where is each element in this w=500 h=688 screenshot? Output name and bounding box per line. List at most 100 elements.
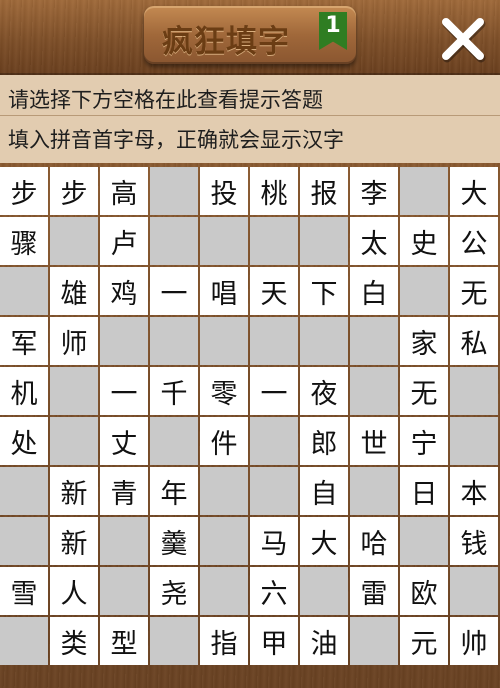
grid-cell[interactable]: 骤 (0, 217, 48, 265)
grid-cell[interactable]: 报 (300, 167, 348, 215)
grid-cell[interactable]: 大 (450, 167, 498, 215)
grid-cell[interactable]: 雷 (350, 567, 398, 615)
crossword-app: 疯狂填字 1 请选择下方空格在此查看提示答题 填入拼音首字母，正确就会显示汉字 … (0, 0, 500, 688)
blocked-cell (0, 467, 48, 515)
grid-cell[interactable]: 家 (400, 317, 448, 365)
hint-panel: 请选择下方空格在此查看提示答题 填入拼音首字母，正确就会显示汉字 (0, 75, 500, 163)
grid-cell[interactable]: 私 (450, 317, 498, 365)
blocked-cell (400, 167, 448, 215)
grid-cell[interactable]: 下 (300, 267, 348, 315)
grid-cell[interactable]: 油 (300, 617, 348, 665)
grid-cell[interactable]: 机 (0, 367, 48, 415)
blocked-cell (0, 267, 48, 315)
grid-cell[interactable]: 马 (250, 517, 298, 565)
blocked-cell (200, 467, 248, 515)
blocked-cell (50, 367, 98, 415)
grid-cell[interactable]: 零 (200, 367, 248, 415)
grid-cell[interactable]: 帅 (450, 617, 498, 665)
grid-cell[interactable]: 羹 (150, 517, 198, 565)
level-badge: 1 (319, 12, 347, 50)
grid-cell[interactable]: 无 (450, 267, 498, 315)
blocked-cell (250, 417, 298, 465)
title-plaque: 疯狂填字 1 (144, 6, 356, 64)
grid-cell[interactable]: 步 (0, 167, 48, 215)
grid-cell[interactable]: 钱 (450, 517, 498, 565)
grid-cell[interactable]: 李 (350, 167, 398, 215)
blocked-cell (350, 467, 398, 515)
grid-cell[interactable]: 本 (450, 467, 498, 515)
close-icon (442, 18, 486, 63)
blocked-cell (150, 417, 198, 465)
grid-cell[interactable]: 欧 (400, 567, 448, 615)
grid-cell[interactable]: 卢 (100, 217, 148, 265)
grid-cell[interactable]: 桃 (250, 167, 298, 215)
grid-cell[interactable]: 白 (350, 267, 398, 315)
grid-cell[interactable]: 师 (50, 317, 98, 365)
grid-cell[interactable]: 雪 (0, 567, 48, 615)
grid-cell[interactable]: 元 (400, 617, 448, 665)
blocked-cell (200, 517, 248, 565)
grid-cell[interactable]: 史 (400, 217, 448, 265)
grid-cell[interactable]: 天 (250, 267, 298, 315)
grid-cell[interactable]: 甲 (250, 617, 298, 665)
grid-cell[interactable]: 一 (150, 267, 198, 315)
grid-cell[interactable]: 宁 (400, 417, 448, 465)
grid-cell[interactable]: 步 (50, 167, 98, 215)
grid-cell[interactable]: 人 (50, 567, 98, 615)
blocked-cell (400, 517, 448, 565)
blocked-cell (150, 167, 198, 215)
grid-cell[interactable]: 处 (0, 417, 48, 465)
grid-cell[interactable]: 尧 (150, 567, 198, 615)
blocked-cell (300, 567, 348, 615)
puzzle-board: 步步高投桃报李大骤卢太史公雄鸡一唱天下白无军师家私机一千零一夜无处丈件郎世宁新青… (0, 163, 500, 688)
grid-cell[interactable]: 新 (50, 467, 98, 515)
blocked-cell (350, 317, 398, 365)
grid-cell[interactable]: 青 (100, 467, 148, 515)
blocked-cell (300, 217, 348, 265)
grid-cell[interactable]: 唱 (200, 267, 248, 315)
grid-cell[interactable]: 丈 (100, 417, 148, 465)
grid-cell[interactable]: 公 (450, 217, 498, 265)
blocked-cell (350, 367, 398, 415)
hint-text-select: 请选择下方空格在此查看提示答题 (8, 88, 323, 112)
grid-cell[interactable]: 哈 (350, 517, 398, 565)
grid-cell[interactable]: 太 (350, 217, 398, 265)
grid-cell[interactable]: 一 (100, 367, 148, 415)
blocked-cell (150, 217, 198, 265)
grid-cell[interactable]: 大 (300, 517, 348, 565)
grid-cell[interactable]: 鸡 (100, 267, 148, 315)
hint-divider (0, 115, 500, 116)
close-button[interactable] (436, 12, 490, 66)
blocked-cell (250, 217, 298, 265)
grid-cell[interactable]: 年 (150, 467, 198, 515)
grid-cell[interactable]: 投 (200, 167, 248, 215)
grid-cell[interactable]: 无 (400, 367, 448, 415)
grid-cell[interactable]: 件 (200, 417, 248, 465)
grid-cell[interactable]: 高 (100, 167, 148, 215)
blocked-cell (450, 417, 498, 465)
grid-cell[interactable]: 千 (150, 367, 198, 415)
grid-cell[interactable]: 军 (0, 317, 48, 365)
grid-cell[interactable]: 型 (100, 617, 148, 665)
grid-cell[interactable]: 夜 (300, 367, 348, 415)
blocked-cell (0, 517, 48, 565)
grid-cell[interactable]: 自 (300, 467, 348, 515)
blocked-cell (450, 567, 498, 615)
blocked-cell (50, 417, 98, 465)
blocked-cell (250, 317, 298, 365)
grid-cell[interactable]: 类 (50, 617, 98, 665)
blocked-cell (450, 367, 498, 415)
blocked-cell (300, 317, 348, 365)
grid-cell[interactable]: 六 (250, 567, 298, 615)
grid-cell[interactable]: 世 (350, 417, 398, 465)
grid-cell[interactable]: 指 (200, 617, 248, 665)
blocked-cell (200, 567, 248, 615)
grid-cell[interactable]: 一 (250, 367, 298, 415)
blocked-cell (50, 217, 98, 265)
grid-cell[interactable]: 郎 (300, 417, 348, 465)
grid-cell[interactable]: 雄 (50, 267, 98, 315)
blocked-cell (100, 567, 148, 615)
blocked-cell (0, 617, 48, 665)
grid-cell[interactable]: 新 (50, 517, 98, 565)
grid-cell[interactable]: 日 (400, 467, 448, 515)
